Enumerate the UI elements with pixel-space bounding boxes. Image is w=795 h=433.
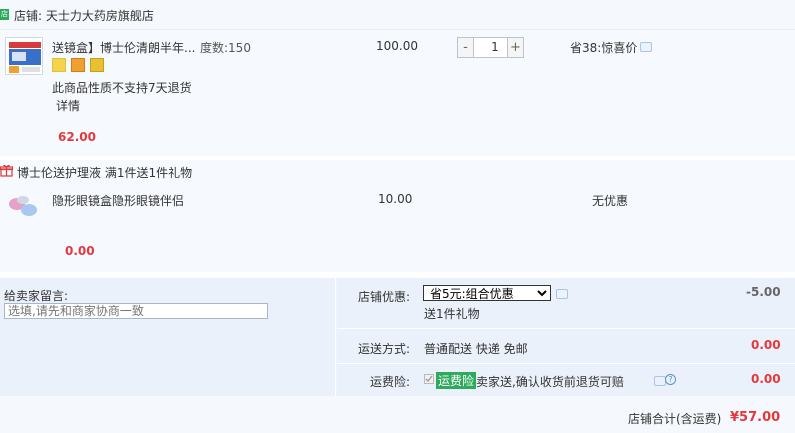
gift-icon xyxy=(0,164,14,180)
detail-link[interactable]: 详情 xyxy=(56,97,80,114)
gift-thumbnail[interactable] xyxy=(5,190,43,222)
gift-subtotal: 0.00 xyxy=(65,244,95,258)
store-name[interactable]: 店铺: 天士力大药房旗舰店 xyxy=(14,7,154,24)
insurance-tag: 运费险 xyxy=(436,372,477,389)
insurance-label: 运费险: xyxy=(370,375,411,389)
quantity-decrease-button[interactable]: - xyxy=(457,37,474,58)
card-payment-icon xyxy=(71,58,85,72)
insurance-amount: 0.00 xyxy=(751,372,781,386)
gift-title[interactable]: 隐形眼镜盒隐形眼镜伴侣 xyxy=(52,192,184,209)
shipping-method[interactable]: 普通配送 快递 免邮 xyxy=(424,340,528,357)
quantity-increase-button[interactable]: + xyxy=(507,37,524,58)
check-icon xyxy=(425,375,433,382)
grid-service-icon xyxy=(90,58,104,72)
discount-info-icon[interactable] xyxy=(556,289,568,299)
product-title[interactable]: 送镜盒】博士伦清朗半年... xyxy=(52,39,195,56)
product-thumbnail[interactable] xyxy=(5,37,43,75)
store-total-amount: ¥57.00 xyxy=(730,410,781,425)
store-icon: 店 xyxy=(0,9,9,20)
store-discount-amount: -5.00 xyxy=(746,285,781,299)
insurance-description: 卖家送,确认收货前退货可赔 xyxy=(476,375,624,389)
shipping-amount: 0.00 xyxy=(751,338,781,352)
gift-promotion: 无优惠 xyxy=(592,194,629,208)
lens-box-image-icon xyxy=(6,38,42,74)
item-subtotal: 62.00 xyxy=(58,130,96,144)
promo-info-icon[interactable] xyxy=(640,42,652,52)
store-total-label: 店铺合计(含运费) xyxy=(628,412,722,426)
shipping-label: 运送方式: xyxy=(358,342,411,356)
lens-case-image-icon xyxy=(9,196,37,216)
product-spec: 度数:150 xyxy=(200,41,251,55)
unit-price: 100.00 xyxy=(376,39,418,53)
insurance-checkbox[interactable] xyxy=(424,374,434,384)
gift-price: 10.00 xyxy=(378,192,413,206)
message-label: 给卖家留言: xyxy=(4,289,69,303)
help-icon[interactable]: ? xyxy=(665,374,676,385)
seller-message-input[interactable] xyxy=(4,303,268,319)
gift-note: 送1件礼物 xyxy=(424,307,480,321)
promotion-label: 省38:惊喜价 xyxy=(570,41,638,55)
store-discount-select[interactable]: 省5元:组合优惠 xyxy=(423,285,551,301)
return-policy-notice: 此商品性质不支持7天退货 xyxy=(52,81,192,95)
store-discount-label: 店铺优惠: xyxy=(358,290,411,304)
gift-promo-header: 博士伦送护理液 满1件送1件礼物 xyxy=(17,166,193,180)
service-badge-icon xyxy=(52,58,66,72)
